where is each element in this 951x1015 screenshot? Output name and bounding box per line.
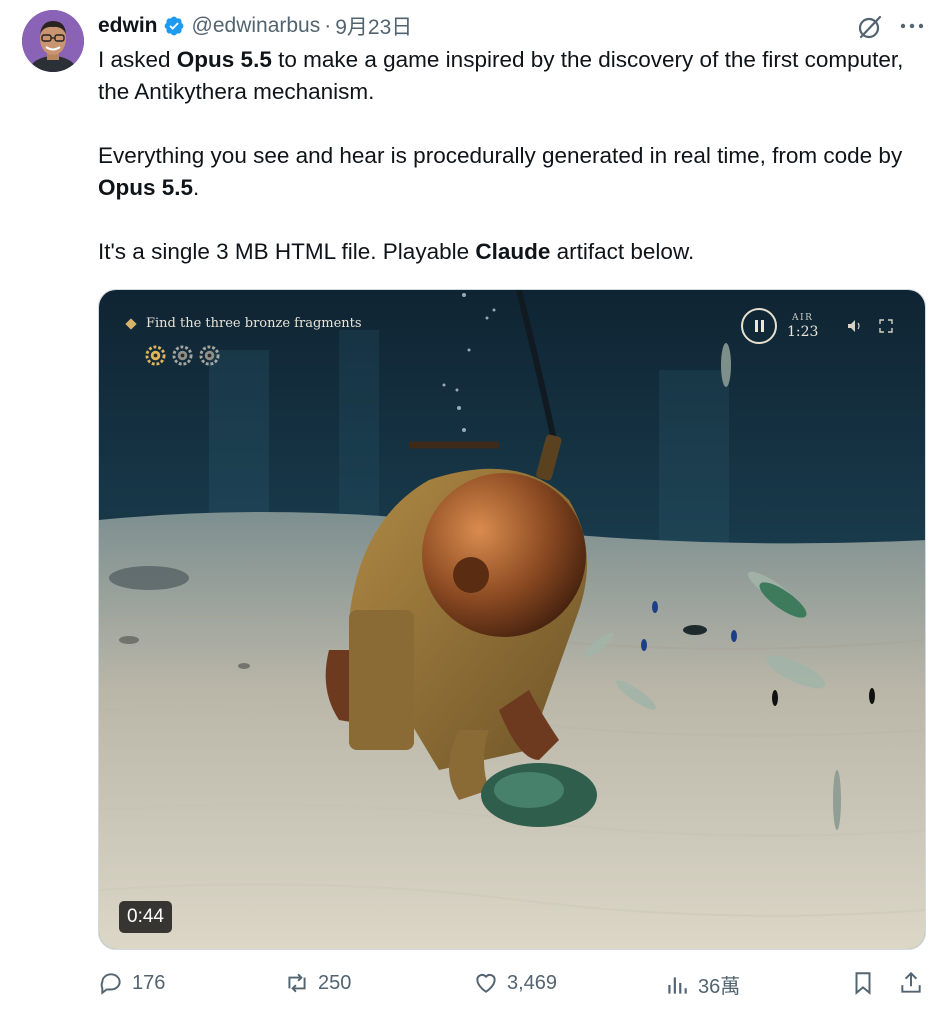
reply-count: 176: [132, 971, 166, 994]
avatar[interactable]: [22, 10, 84, 72]
action-bar: 176 250 3,469 36萬: [98, 970, 928, 1006]
grok-icon[interactable]: [856, 13, 884, 41]
quest-objective: Find the three bronze fragments: [125, 316, 362, 331]
bookmark-button[interactable]: [850, 970, 876, 996]
video-player[interactable]: Find the three bronze fragments AIR 1:23: [98, 289, 926, 950]
views-button[interactable]: 36萬: [664, 970, 740, 999]
retweet-count: 250: [318, 971, 352, 994]
like-count: 3,469: [507, 971, 558, 994]
pause-icon-bar: [754, 320, 758, 332]
gear-icon-empty: [199, 345, 220, 366]
quest-text: Find the three bronze fragments: [146, 316, 362, 331]
heart-icon: [476, 973, 496, 993]
tweet-paragraph-3: It's a single 3 MB HTML file. Playable C…: [98, 239, 695, 264]
fullscreen-icon[interactable]: [879, 319, 893, 333]
like-button[interactable]: 3,469: [473, 970, 557, 996]
gear-icon-empty: [172, 345, 193, 366]
air-time: 1:23: [787, 323, 819, 340]
share-button[interactable]: [898, 970, 924, 996]
author-handle[interactable]: @edwinarbus: [192, 14, 321, 38]
objective-marker-icon: [125, 317, 137, 330]
tweet-text: I asked Opus 5.5 to make a game inspired…: [98, 44, 908, 268]
share-icon: [901, 971, 921, 993]
more-options-icon[interactable]: [899, 20, 925, 32]
tweet-date[interactable]: 9月23日: [335, 11, 412, 41]
pause-button[interactable]: [741, 308, 777, 344]
reply-icon: [100, 973, 121, 995]
video-frame: [99, 290, 925, 949]
tweet-paragraph-2: Everything you see and hear is procedura…: [98, 143, 903, 200]
views-count: 36萬: [698, 976, 741, 998]
air-readout: AIR 1:23: [787, 313, 818, 340]
sound-icon[interactable]: [847, 319, 863, 333]
reply-button[interactable]: 176: [98, 970, 165, 996]
fragment-tracker: [145, 345, 220, 366]
video-duration: 0:44: [119, 901, 172, 933]
gear-icon-found: [145, 345, 166, 366]
verified-badge-icon: [164, 16, 183, 36]
views-icon: [668, 976, 687, 994]
air-label: AIR: [792, 312, 814, 323]
separator: ·: [324, 14, 332, 37]
bookmark-icon: [855, 972, 871, 995]
air-meter: AIR 1:23: [741, 308, 818, 344]
tweet-paragraph-1: I asked Opus 5.5 to make a game inspired…: [98, 47, 904, 104]
author-name[interactable]: edwin: [98, 14, 158, 38]
tweet-header: edwin @edwinarbus · 9月23日: [98, 11, 412, 41]
retweet-button[interactable]: 250: [284, 970, 351, 996]
pause-icon-bar: [760, 320, 764, 332]
retweet-icon: [288, 973, 306, 993]
